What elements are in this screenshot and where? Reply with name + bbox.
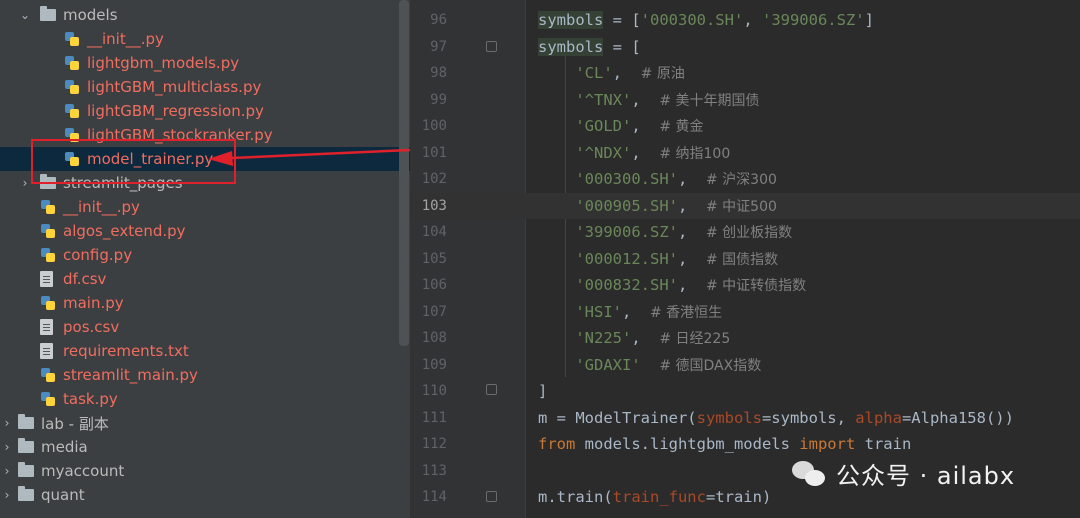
- red-arrow-icon: [208, 148, 411, 166]
- watermark: 公众号 · ailabx: [792, 456, 1015, 491]
- watermark-text: 公众号 · ailabx: [836, 462, 1016, 490]
- wechat-icon: [792, 459, 828, 489]
